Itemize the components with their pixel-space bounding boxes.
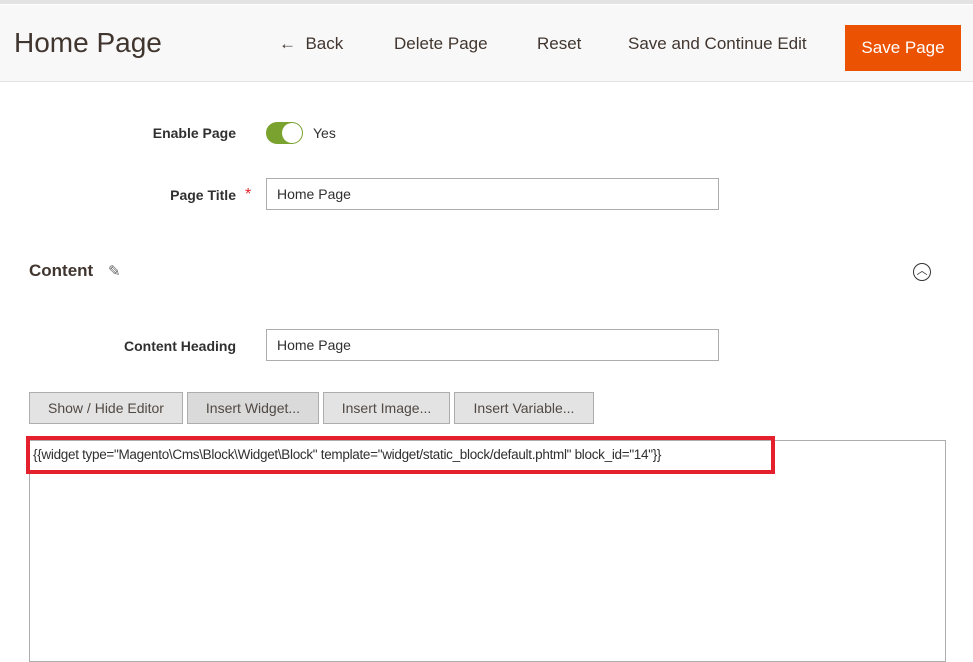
content-section-title[interactable]: Content ✎ bbox=[29, 261, 121, 281]
top-border bbox=[0, 0, 973, 4]
save-continue-button[interactable]: Save and Continue Edit bbox=[628, 34, 807, 54]
insert-variable-button[interactable]: Insert Variable... bbox=[454, 392, 594, 424]
enable-page-label: Enable Page bbox=[152, 125, 236, 141]
show-hide-editor-button[interactable]: Show / Hide Editor bbox=[29, 392, 183, 424]
back-label: Back bbox=[305, 34, 344, 53]
reset-button[interactable]: Reset bbox=[537, 34, 581, 54]
delete-page-button[interactable]: Delete Page bbox=[394, 34, 488, 54]
arrow-left-icon: ← bbox=[279, 34, 296, 53]
collapse-chevron-icon[interactable]: ︿ bbox=[913, 263, 931, 281]
back-button[interactable]: ← Back bbox=[279, 34, 343, 54]
page-title-input[interactable] bbox=[266, 178, 719, 210]
save-page-button[interactable]: Save Page bbox=[845, 25, 961, 71]
required-mark: * bbox=[245, 186, 252, 203]
page-title: Home Page bbox=[14, 27, 162, 58]
widget-code-highlight: {{widget type="Magento\Cms\Block\Widget\… bbox=[26, 436, 775, 474]
page-header: Home Page ← Back Delete Page Reset Save … bbox=[0, 5, 973, 82]
pencil-icon: ✎ bbox=[107, 263, 121, 280]
insert-image-button[interactable]: Insert Image... bbox=[323, 392, 450, 424]
enable-page-toggle[interactable] bbox=[266, 122, 303, 144]
insert-widget-button[interactable]: Insert Widget... bbox=[187, 392, 319, 424]
content-heading-label: Content Heading bbox=[124, 338, 236, 354]
enable-page-value: Yes bbox=[313, 125, 336, 141]
page-title-label: Page Title bbox=[170, 187, 236, 203]
content-heading-input[interactable] bbox=[266, 329, 719, 361]
content-title: Content bbox=[29, 261, 94, 280]
